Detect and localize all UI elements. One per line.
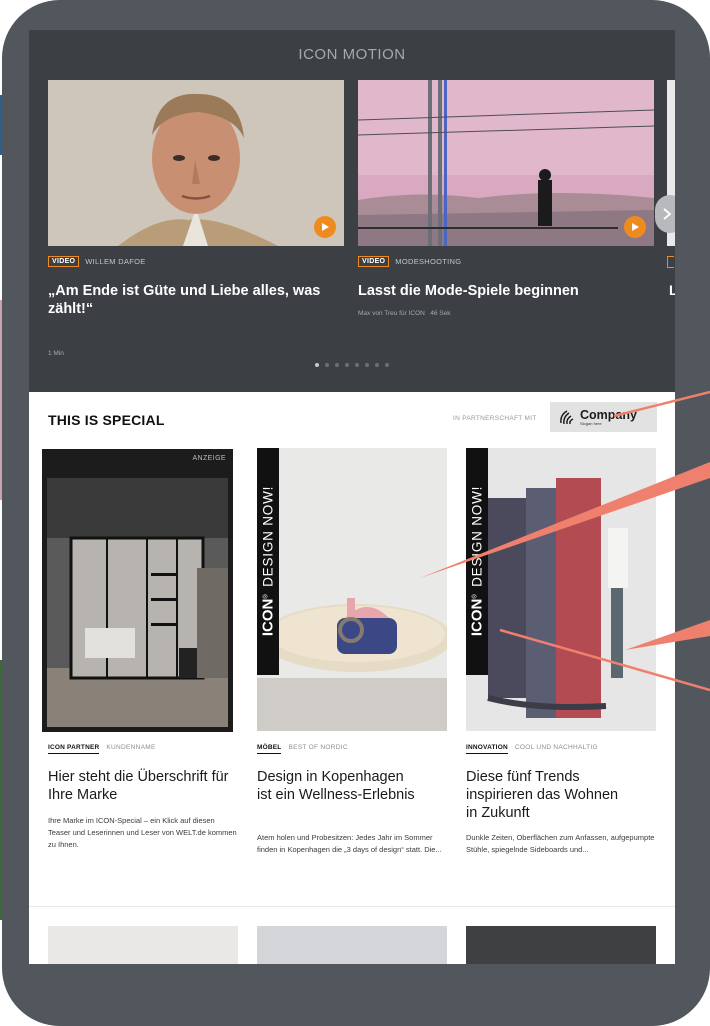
next-card-thumbnail[interactable]: [48, 926, 238, 964]
ad-image: [47, 478, 228, 727]
video-badge: VIDEO: [358, 256, 390, 267]
card-teaser-text: Atem holen und Probesitzen: Jedes Jahr i…: [257, 833, 442, 854]
portrait-illustration: [48, 80, 344, 246]
icon-design-now-ribbon: ICON® DESIGN NOW!: [466, 448, 488, 675]
video-badge-peek: [667, 256, 674, 268]
pagination-dot[interactable]: [375, 363, 379, 367]
fashion-shoot-illustration: [358, 80, 654, 246]
pagination-dot[interactable]: [325, 363, 329, 367]
video-tag-row: VIDEO MODESHOOTING: [358, 256, 461, 267]
card-image-trends[interactable]: ICON® DESIGN NOW!: [466, 448, 656, 731]
ribbon-brand: ICON: [468, 598, 486, 637]
tablet-frame: ICON MOTION VIDEO WILLEM DAFOE „Am Ende …: [2, 0, 710, 1026]
tablet-screen: ICON MOTION VIDEO WILLEM DAFOE „Am Ende …: [29, 30, 675, 964]
video-category[interactable]: MODESHOOTING: [395, 257, 461, 266]
ribbon-suffix: DESIGN NOW!: [260, 485, 276, 587]
card-headline[interactable]: Design in Kopenhagen ist ein Wellness-Er…: [257, 768, 417, 804]
video-badge: VIDEO: [48, 256, 80, 267]
pagination-dot[interactable]: [365, 363, 369, 367]
video-category[interactable]: WILLEM DAFOE: [85, 257, 145, 266]
carousel-pagination: [29, 363, 675, 367]
card-tags: ICON PARTNER KUNDENNAME: [48, 744, 156, 754]
card-tags: MÖBEL BEST OF NORDIC: [257, 744, 348, 754]
video-thumbnail-willem-dafoe[interactable]: [48, 80, 344, 246]
card-teaser-text: Dunkle Zeiten, Oberflächen zum Anfassen,…: [466, 833, 655, 854]
company-logo-icon: [558, 409, 575, 426]
video-headline-peek: L: [669, 282, 675, 298]
card-image-kopenhagen[interactable]: ICON® DESIGN NOW!: [257, 448, 447, 731]
company-logo[interactable]: Company Slogan here: [550, 402, 657, 432]
play-icon: [322, 223, 329, 231]
section-divider: [29, 906, 675, 907]
icon-design-now-ribbon: ICON® DESIGN NOW!: [257, 448, 279, 675]
video-duration: 1 Min: [48, 350, 64, 357]
video-headline[interactable]: „Am Ende ist Güte und Liebe alles, was z…: [48, 282, 338, 318]
card-tag[interactable]: INNOVATION: [466, 744, 508, 754]
card-teaser-text: Ihre Marke im ICON-Special – ein Klick a…: [48, 816, 237, 849]
pagination-dot[interactable]: [345, 363, 349, 367]
video-thumbnail-modeshooting[interactable]: [358, 80, 654, 246]
chevron-right-icon: [663, 208, 672, 220]
card-subtag[interactable]: BEST OF NORDIC: [288, 744, 347, 751]
card-subtag[interactable]: COOL UND NACHHALTIG: [515, 744, 598, 751]
video-meta: Max von Treu für ICON 46 Sek: [358, 310, 451, 317]
ad-teaser-image[interactable]: ANZEIGE: [42, 449, 233, 732]
ribbon-brand: ICON: [259, 598, 277, 637]
ad-label: ANZEIGE: [192, 455, 226, 462]
card-headline[interactable]: Hier steht die Überschrift für Ihre Mark…: [48, 768, 238, 804]
partner-label: IN PARTNERSCHAFT MIT: [453, 415, 537, 422]
video-headline[interactable]: Lasst die Mode-Spiele beginnen: [358, 282, 648, 300]
video-tag-row: VIDEO WILLEM DAFOE: [48, 256, 146, 267]
pagination-dot[interactable]: [385, 363, 389, 367]
card-headline[interactable]: Diese fünf Trends inspirieren das Wohnen…: [466, 768, 626, 822]
video-author: Max von Treu für ICON: [358, 310, 425, 317]
next-card-thumbnail[interactable]: [466, 926, 656, 964]
card-subtag[interactable]: KUNDENNAME: [106, 744, 155, 751]
card-tags: INNOVATION COOL UND NACHHALTIG: [466, 744, 598, 754]
ribbon-suffix: DESIGN NOW!: [469, 485, 485, 587]
play-icon: [632, 223, 639, 231]
play-button[interactable]: [624, 216, 646, 238]
card-tag[interactable]: ICON PARTNER: [48, 744, 100, 754]
card-tag[interactable]: MÖBEL: [257, 744, 282, 754]
next-card-thumbnail[interactable]: [257, 926, 447, 964]
video-duration: 46 Sek: [430, 310, 451, 317]
carousel-next-button[interactable]: [655, 195, 675, 233]
section-title: THIS IS SPECIAL: [48, 412, 165, 428]
pagination-dot[interactable]: [355, 363, 359, 367]
section-title: ICON MOTION: [298, 46, 406, 63]
pagination-dot[interactable]: [315, 363, 319, 367]
play-button[interactable]: [314, 216, 336, 238]
pagination-dot[interactable]: [335, 363, 339, 367]
company-name: Company: [580, 407, 637, 422]
icon-motion-section: ICON MOTION VIDEO WILLEM DAFOE „Am Ende …: [29, 30, 675, 392]
